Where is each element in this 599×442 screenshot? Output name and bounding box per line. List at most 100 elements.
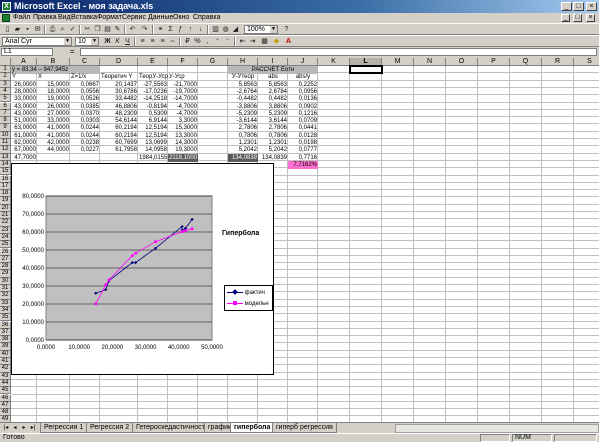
row-header-30[interactable]: 30: [0, 277, 11, 285]
column-header-i[interactable]: I: [258, 58, 288, 66]
row-header-35[interactable]: 35: [0, 314, 11, 322]
align-right-icon[interactable]: ≡: [158, 37, 167, 46]
menu-help[interactable]: Справка: [193, 14, 220, 21]
row-header-42[interactable]: 42: [0, 365, 11, 373]
drawing-icon[interactable]: ◢: [231, 25, 240, 34]
row-header-37[interactable]: 37: [0, 328, 11, 337]
column-header-e[interactable]: E: [138, 58, 168, 66]
name-box[interactable]: L1: [1, 48, 53, 56]
row-header-10[interactable]: 10: [0, 131, 11, 139]
column-header-s[interactable]: S: [574, 58, 599, 66]
row-header-13[interactable]: 13: [0, 153, 11, 161]
spelling-icon[interactable]: ✓: [68, 25, 77, 34]
column-header-a[interactable]: A: [11, 58, 37, 66]
redo-icon[interactable]: ↷: [140, 25, 149, 34]
menu-file[interactable]: Файл: [13, 14, 30, 21]
borders-icon[interactable]: ▦: [260, 37, 269, 46]
sheet-tab-hyperbola-regression[interactable]: гиперб регрессия: [272, 423, 337, 433]
row-header-2[interactable]: 2: [0, 73, 11, 81]
row-header-20[interactable]: 20: [0, 204, 11, 212]
row-header-47[interactable]: 47: [0, 401, 11, 410]
row-header-15[interactable]: 15: [0, 168, 11, 176]
chart-legend[interactable]: фактич модельн: [224, 285, 273, 311]
data-cell-d12[interactable]: 61,7958: [100, 146, 138, 154]
column-header-c[interactable]: C: [70, 58, 100, 66]
row-header-33[interactable]: 33: [0, 299, 11, 307]
row-header-11[interactable]: 11: [0, 139, 11, 147]
row-header-16[interactable]: 16: [0, 175, 11, 183]
hyperbola-chart[interactable]: 80,0000 70,0000 60,0000 50,0000 40,0000 30,00…: [11, 163, 274, 375]
sheet-tab-regression-1[interactable]: Регрессия 1: [40, 423, 88, 433]
minimize-button[interactable]: _: [561, 2, 572, 11]
row-header-21[interactable]: 21: [0, 212, 11, 220]
decrease-indent-icon[interactable]: ⇤: [238, 37, 247, 46]
underline-button[interactable]: Ч: [123, 37, 132, 46]
row-header-7[interactable]: 7: [0, 109, 11, 118]
formula-input[interactable]: [80, 48, 597, 56]
row-header-29[interactable]: 29: [0, 270, 11, 278]
row-header-3[interactable]: 3: [0, 80, 11, 88]
row-header-27[interactable]: 27: [0, 255, 11, 264]
menu-data[interactable]: Данные: [148, 14, 173, 21]
menu-edit[interactable]: Правка: [33, 14, 57, 21]
open-icon[interactable]: ▰: [13, 25, 22, 34]
row-header-28[interactable]: 28: [0, 263, 11, 271]
data-cell-b12[interactable]: 44,0000: [37, 146, 70, 154]
total-y[interactable]: 47,7000: [11, 154, 37, 162]
row-header-6[interactable]: 6: [0, 102, 11, 110]
row-header-14[interactable]: 14: [0, 160, 11, 169]
row-header-19[interactable]: 19: [0, 197, 11, 205]
row-header-34[interactable]: 34: [0, 306, 11, 315]
column-header-n[interactable]: N: [414, 58, 446, 66]
row-header-22[interactable]: 22: [0, 219, 11, 227]
row-header-48[interactable]: 48: [0, 409, 11, 417]
percent-icon[interactable]: %: [193, 37, 202, 46]
row-header-4[interactable]: 4: [0, 87, 11, 96]
print-icon[interactable]: ⎙: [48, 25, 57, 34]
doc-minimize-button[interactable]: _: [561, 14, 570, 22]
align-left-icon[interactable]: ≡: [138, 37, 147, 46]
row-header-44[interactable]: 44: [0, 379, 11, 388]
sort-desc-icon[interactable]: ↓: [196, 25, 205, 34]
column-header-r[interactable]: R: [542, 58, 574, 66]
merge-center-icon[interactable]: ⇔: [168, 37, 177, 46]
excel-app-icon[interactable]: X: [2, 2, 11, 11]
column-header-k[interactable]: K: [318, 58, 350, 66]
column-header-h[interactable]: H: [228, 58, 258, 66]
autosum-icon[interactable]: Σ: [166, 25, 175, 34]
increase-indent-icon[interactable]: ⇥: [248, 37, 257, 46]
row-header-8[interactable]: 8: [0, 117, 11, 125]
sheet-tab-heteroskedasticity[interactable]: Гетероскедастичность: [132, 423, 213, 433]
font-size-select[interactable]: 10 ▼: [75, 37, 99, 46]
row-header-5[interactable]: 5: [0, 95, 11, 103]
print-preview-icon[interactable]: ⌕: [58, 25, 67, 34]
total-e[interactable]: 1984,0155: [138, 154, 168, 162]
function-icon[interactable]: ƒ: [176, 25, 185, 34]
column-header-d[interactable]: D: [100, 58, 138, 66]
format-painter-icon[interactable]: ✎: [113, 25, 122, 34]
row-header-38[interactable]: 38: [0, 336, 11, 344]
row-header-32[interactable]: 32: [0, 292, 11, 300]
map-icon[interactable]: ◍: [221, 25, 230, 34]
total-f[interactable]: 2118,1000: [168, 153, 198, 162]
row-header-39[interactable]: 39: [0, 343, 11, 351]
last-sheet-icon[interactable]: ▸|: [29, 424, 37, 432]
row-header-41[interactable]: 41: [0, 358, 11, 366]
font-color-icon[interactable]: A: [284, 37, 293, 46]
calc-total-i[interactable]: 134,0839: [258, 154, 288, 162]
bold-button[interactable]: Ж: [103, 37, 112, 46]
comma-style-icon[interactable]: ,: [203, 37, 212, 46]
row-header-31[interactable]: 31: [0, 285, 11, 293]
chart-wizard-icon[interactable]: ▥: [211, 25, 220, 34]
row-header-17[interactable]: 17: [0, 182, 11, 191]
zoom-select[interactable]: 100% ▼: [244, 25, 278, 34]
currency-icon[interactable]: ₽: [183, 37, 192, 46]
row-header-24[interactable]: 24: [0, 233, 11, 242]
sheet-tab-hyperbola[interactable]: гипербола: [230, 423, 275, 433]
chart-title[interactable]: Гипербола: [222, 230, 259, 237]
formula-equals[interactable]: =: [70, 47, 75, 56]
active-cell-l1[interactable]: [349, 65, 383, 75]
menu-tools[interactable]: Сервис: [122, 14, 146, 21]
decrease-decimal-icon[interactable]: ⁻: [223, 37, 232, 46]
column-header-m[interactable]: M: [382, 58, 414, 66]
